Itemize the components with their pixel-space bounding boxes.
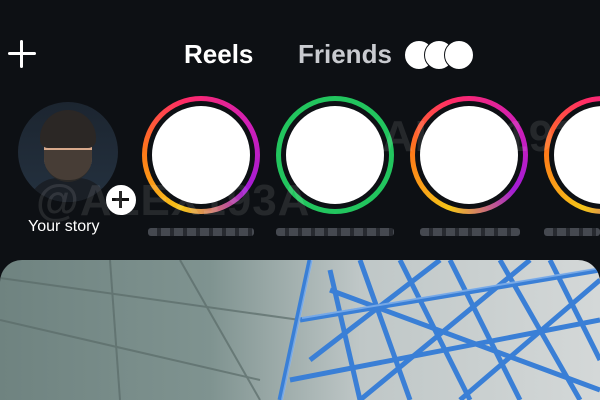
story-username-redacted xyxy=(544,228,600,236)
tab-friends[interactable]: Friends xyxy=(298,38,392,70)
friends-avatars-icon[interactable] xyxy=(404,40,474,70)
reel-preview[interactable] xyxy=(0,260,600,400)
story-username-redacted xyxy=(420,228,520,236)
story-username-redacted xyxy=(148,228,254,236)
watermark: @ALEX193A xyxy=(338,112,600,161)
friend-avatar-dot xyxy=(444,40,474,70)
create-plus-icon[interactable] xyxy=(8,40,36,68)
reel-preview-image xyxy=(0,260,600,400)
watermark: @ALEX193A xyxy=(36,176,311,225)
top-bar: Reels Friends xyxy=(0,0,600,100)
story-username-redacted xyxy=(276,228,394,236)
tab-reels[interactable]: Reels xyxy=(184,38,253,70)
